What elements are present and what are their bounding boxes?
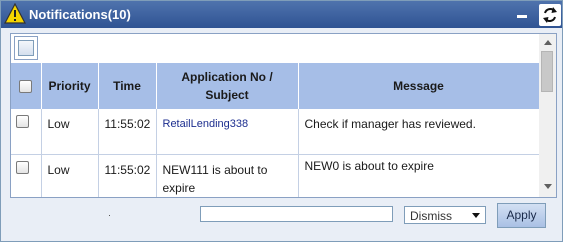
column-header-message[interactable]: Message bbox=[298, 63, 540, 109]
row-select-cell bbox=[11, 154, 42, 197]
minimize-icon[interactable] bbox=[517, 15, 527, 18]
priority-value: Low bbox=[47, 163, 70, 177]
apply-button[interactable]: Apply bbox=[497, 203, 546, 228]
column-header-priority[interactable]: Priority bbox=[41, 63, 99, 109]
message-value: Check if manager has reviewed. bbox=[304, 117, 476, 131]
select-all-toolbar-checkbox[interactable] bbox=[14, 36, 38, 60]
header-select-all bbox=[11, 63, 42, 109]
time-value: 11:55:02 bbox=[104, 117, 151, 131]
subject-cell: RetailLending338 bbox=[156, 109, 299, 155]
scroll-down-icon[interactable] bbox=[544, 184, 552, 189]
subject-value: NEW111 is about to expire bbox=[162, 163, 268, 195]
notifications-panel: Priority Time Application No / Subject M… bbox=[10, 33, 557, 198]
select-all-checkbox[interactable] bbox=[19, 80, 33, 94]
grid-toolbar bbox=[11, 34, 539, 63]
table-row[interactable]: Low 11:55:02 RetailLending338 Check if m… bbox=[11, 109, 540, 155]
priority-cell: Low bbox=[41, 154, 99, 197]
application-link[interactable]: RetailLending338 bbox=[157, 109, 298, 133]
subject-cell: NEW111 is about to expire bbox=[156, 154, 299, 197]
row-checkbox[interactable] bbox=[16, 161, 29, 174]
priority-cell: Low bbox=[41, 109, 99, 155]
column-header-subject[interactable]: Application No / Subject bbox=[156, 63, 299, 109]
table-row[interactable]: Low 11:55:02 NEW111 is about to expire N… bbox=[11, 154, 540, 197]
message-cell: Check if manager has reviewed. bbox=[298, 109, 540, 155]
refresh-icon[interactable] bbox=[539, 4, 561, 26]
chevron-down-icon bbox=[472, 213, 480, 218]
message-value: NEW0 is about to expire bbox=[304, 159, 434, 173]
notifications-widget: Notifications(10) Priority Time Applicat… bbox=[0, 0, 563, 242]
decorative-dot bbox=[109, 215, 110, 216]
time-cell: 11:55:02 bbox=[98, 109, 157, 155]
column-header-time[interactable]: Time bbox=[98, 63, 157, 109]
scroll-up-icon[interactable] bbox=[544, 40, 552, 45]
message-cell: NEW0 is about to expire bbox=[298, 154, 540, 197]
action-dropdown[interactable]: Dismiss bbox=[404, 206, 486, 224]
warning-icon bbox=[4, 3, 26, 24]
notifications-table: Priority Time Application No / Subject M… bbox=[11, 63, 540, 197]
time-cell: 11:55:02 bbox=[98, 154, 157, 197]
priority-value: Low bbox=[47, 117, 70, 131]
scroll-thumb[interactable] bbox=[541, 51, 553, 92]
remarks-input[interactable] bbox=[200, 206, 393, 222]
vertical-scrollbar[interactable] bbox=[539, 34, 556, 197]
title-bar: Notifications(10) bbox=[1, 1, 562, 28]
action-selected-value: Dismiss bbox=[410, 209, 452, 223]
time-value: 11:55:02 bbox=[104, 163, 151, 177]
widget-title: Notifications(10) bbox=[29, 7, 131, 22]
row-select-cell bbox=[11, 109, 42, 155]
row-checkbox[interactable] bbox=[16, 115, 29, 128]
